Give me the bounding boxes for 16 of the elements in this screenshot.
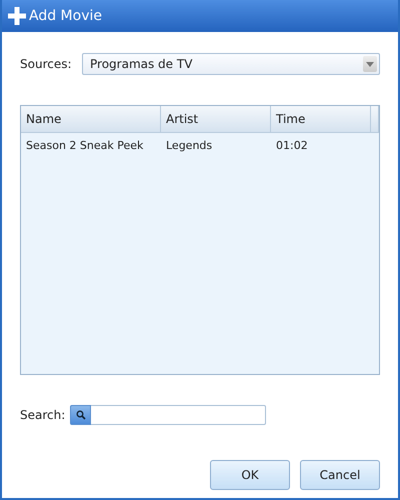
search-label: Search: [20,408,66,422]
table-cell-text: Season 2 Sneak Peek [25,138,144,152]
plus-icon [8,7,26,25]
column-header[interactable]: Time [271,106,371,132]
column-header[interactable]: Name [21,106,161,132]
table-cell-text: Legends [165,138,214,152]
search-icon[interactable] [70,405,91,425]
table-row[interactable]: Season 2 Sneak Peek Legends 01:02 [21,133,379,157]
ok-button[interactable]: OK [210,460,290,490]
column-header[interactable]: Artist [161,106,271,132]
window-title: Add Movie [29,8,102,24]
search-field[interactable] [91,405,266,425]
table-cell-text: 01:02 [275,138,309,152]
sources-dropdown[interactable]: Programas de TV [82,53,380,75]
sources-label: Sources: [20,57,73,71]
cancel-button[interactable]: Cancel [300,460,380,490]
